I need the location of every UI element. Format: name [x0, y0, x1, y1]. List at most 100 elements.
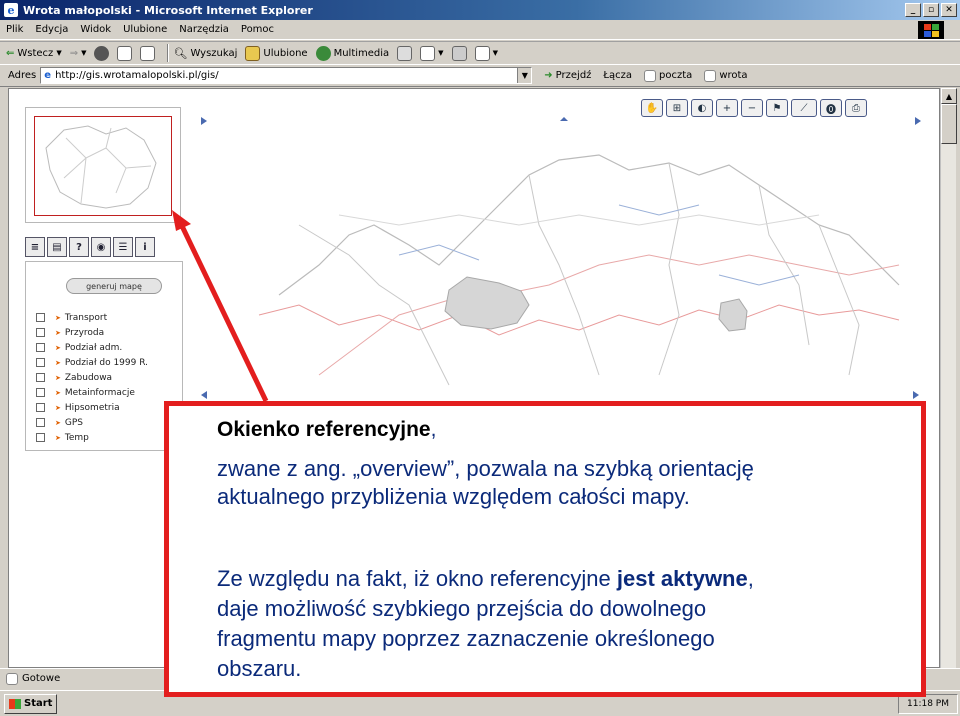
link-page-icon: [704, 69, 717, 82]
layer-checkbox[interactable]: [36, 433, 45, 442]
annotation-callout: Okienko referencyjne, zwane z ang. „over…: [164, 401, 926, 697]
page-icon: e: [44, 70, 52, 81]
main-map[interactable]: [199, 115, 929, 405]
layer-checkbox[interactable]: [36, 313, 45, 322]
layer-item[interactable]: ➤ Metainformacje: [36, 385, 148, 400]
layer-item[interactable]: ➤ Hipsometria: [36, 400, 148, 415]
layer-item[interactable]: ➤ Temp: [36, 430, 148, 445]
favorites-icon: [245, 45, 261, 61]
info-tab[interactable]: i: [135, 237, 155, 257]
pan-right-bottom-icon: [913, 391, 919, 399]
layer-item[interactable]: ➤ Transport: [36, 310, 148, 325]
maximize-icon[interactable]: ▫: [923, 3, 939, 17]
menu-file[interactable]: Plik: [0, 24, 29, 35]
toolbar-separator: [167, 44, 170, 62]
edit-button[interactable]: ▼: [474, 45, 498, 61]
link-mail[interactable]: poczta: [644, 69, 692, 82]
start-button[interactable]: Start: [4, 693, 58, 714]
refresh-button[interactable]: [117, 45, 133, 61]
expand-icon: ➤: [55, 373, 61, 382]
print-button[interactable]: [451, 45, 467, 61]
link-wrota[interactable]: wrota: [704, 69, 748, 82]
menu-help[interactable]: Pomoc: [235, 24, 280, 35]
clock: 11:18 PM: [907, 699, 949, 709]
layer-checkbox[interactable]: [36, 418, 45, 427]
edit-icon: [474, 45, 490, 61]
layer-checkbox[interactable]: [36, 343, 45, 352]
layer-checkbox[interactable]: [36, 403, 45, 412]
forward-button[interactable]: ⇒ ▼: [70, 48, 87, 59]
favorites-label: Ulubione: [263, 47, 308, 59]
vertical-scrollbar[interactable]: ▲: [940, 88, 957, 668]
layers-tab[interactable]: ≡: [25, 237, 45, 257]
scroll-up-icon[interactable]: ▲: [941, 88, 957, 104]
people-tab[interactable]: ☰: [113, 237, 133, 257]
mail-button[interactable]: ▼: [420, 45, 444, 61]
search-tab[interactable]: ?: [69, 237, 89, 257]
scroll-thumb[interactable]: [941, 104, 957, 144]
layer-checkbox[interactable]: [36, 388, 45, 397]
callout-p2-text-b: ,: [747, 566, 754, 591]
expand-icon: ➤: [55, 403, 61, 412]
overview-map[interactable]: [25, 107, 181, 223]
page-status-icon: [6, 672, 18, 685]
menu-tools[interactable]: Narzędzia: [173, 24, 235, 35]
layer-checkbox[interactable]: [36, 373, 45, 382]
links-label[interactable]: Łącza: [603, 70, 632, 81]
overview-map-drawing: [45, 125, 157, 209]
callout-p2-line3: fragmentu mapy poprzez zaznaczenie okreś…: [217, 626, 715, 651]
search-button[interactable]: 🔍︎ Wyszukaj: [173, 47, 237, 60]
layer-item[interactable]: ➤ GPS: [36, 415, 148, 430]
layer-item[interactable]: ➤ Podział do 1999 R.: [36, 355, 148, 370]
stop-button[interactable]: [94, 45, 110, 61]
layer-item[interactable]: ➤ Przyroda: [36, 325, 148, 340]
toolbar: ⇐ Wstecz ▼ ⇒ ▼ 🔍︎ Wyszukaj Ulubione Multi…: [0, 41, 960, 65]
address-bar: Adres e http://gis.wrotamalopolski.pl/gi…: [0, 65, 960, 87]
menu-view[interactable]: Widok: [74, 24, 117, 35]
favorites-button[interactable]: Ulubione: [245, 45, 308, 61]
screen: e Wrota małopolski - Microsoft Internet …: [0, 0, 960, 716]
pan-left-bottom-icon: [201, 391, 207, 399]
windows-logo-icon: [918, 21, 944, 39]
menu-bar: Plik Edycja Widok Ulubione Narzędzia Pom…: [0, 20, 960, 40]
back-label: Wstecz: [17, 47, 54, 59]
system-tray: 11:18 PM: [898, 694, 958, 714]
navigation-tab[interactable]: ◉: [91, 237, 111, 257]
multimedia-button[interactable]: Multimedia: [315, 45, 389, 61]
ie-icon: e: [4, 3, 18, 17]
expand-icon: ➤: [55, 343, 61, 352]
menu-favorites[interactable]: Ulubione: [117, 24, 173, 35]
stop-icon: [94, 45, 110, 61]
layer-checkbox[interactable]: [36, 358, 45, 367]
history-button[interactable]: [397, 45, 413, 61]
go-label: Przejdź: [555, 70, 592, 81]
home-button[interactable]: [140, 45, 156, 61]
layer-label: GPS: [64, 417, 83, 428]
callout-title-text: Okienko referencyjne: [217, 418, 431, 441]
link-page-icon: [644, 69, 657, 82]
callout-p2-line2: daje możliwość szybkiego przejścia do do…: [217, 596, 707, 621]
layer-item[interactable]: ➤ Zabudowa: [36, 370, 148, 385]
status-text: Gotowe: [22, 673, 61, 684]
layers-panel: generuj mapę ➤ Transport ➤ Przyroda ➤ Podzi…: [25, 261, 183, 451]
generate-map-button[interactable]: generuj mapę: [66, 278, 162, 294]
legend-tab[interactable]: ▤: [47, 237, 67, 257]
close-icon[interactable]: ✕: [941, 3, 957, 17]
chevron-down-icon[interactable]: ▼: [517, 68, 532, 83]
go-button[interactable]: ➜ Przejdź: [544, 70, 591, 81]
back-button[interactable]: ⇐ Wstecz ▼: [6, 48, 62, 59]
layer-item[interactable]: ➤ Podział adm.: [36, 340, 148, 355]
go-icon: ➜: [544, 70, 553, 81]
minimize-icon[interactable]: _: [905, 3, 921, 17]
pan-left-icon: [201, 117, 207, 125]
search-label: Wyszukaj: [190, 47, 238, 59]
layer-checkbox[interactable]: [36, 328, 45, 337]
address-input[interactable]: e http://gis.wrotamalopolski.pl/gis/ ▼: [40, 67, 533, 84]
layer-label: Hipsometria: [64, 402, 120, 413]
layer-label: Temp: [64, 432, 89, 443]
address-url: http://gis.wrotamalopolski.pl/gis/: [55, 70, 219, 81]
callout-p2-text-a: Ze względu na fakt, iż okno referencyjne: [217, 566, 617, 591]
title-bar: e Wrota małopolski - Microsoft Internet …: [0, 0, 960, 20]
menu-edit[interactable]: Edycja: [29, 24, 74, 35]
windows-start-icon: [9, 698, 21, 709]
